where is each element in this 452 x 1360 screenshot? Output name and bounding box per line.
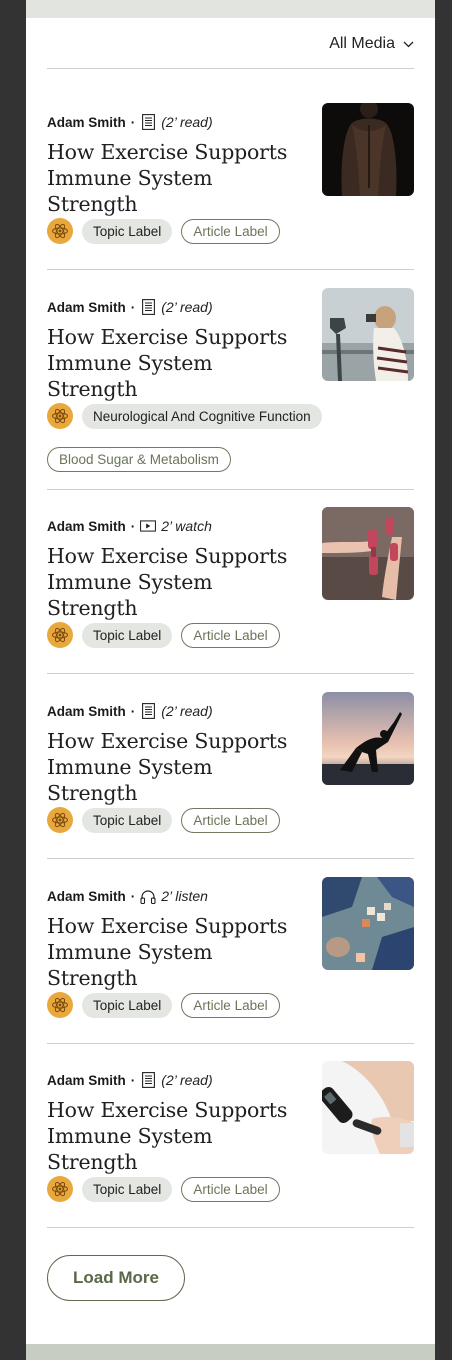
letter-blocks-photo [322,877,414,970]
document-icon [140,703,156,719]
duration: 2’ listen [161,888,208,904]
article-thumbnail[interactable] [322,692,414,785]
yoga-silhouette-photo [322,692,414,785]
document-icon [140,114,156,130]
media-filter-label: All Media [329,35,395,52]
article-meta: Adam Smith · (2’ read) [47,113,213,131]
author-name: Adam Smith [47,114,126,130]
article-meta: Adam Smith · 2’ watch [47,517,212,535]
duration: (2’ read) [161,703,213,719]
meta-separator: · [130,518,136,534]
atom-icon [47,1176,73,1202]
duration: (2’ read) [161,1072,213,1088]
article-meta: Adam Smith · (2’ read) [47,1071,213,1089]
top-band [26,0,435,18]
atom-icon [47,807,73,833]
tag-row: Topic Label Article Label [47,1176,414,1202]
meta-separator: · [130,888,136,904]
duration: (2’ read) [161,114,213,130]
topic-chip[interactable]: Topic Label [82,807,173,833]
article-meta: Adam Smith · (2’ read) [47,298,213,316]
article-thumbnail[interactable] [322,103,414,196]
document-icon [140,1072,156,1088]
divider [47,269,414,270]
video-icon [140,518,157,534]
content-panel: All Media Adam Smith · (2’ read) How Exe… [26,0,435,1360]
article-chip[interactable]: Article Label [181,218,280,244]
article-thumbnail[interactable] [322,1061,414,1154]
meta-separator: · [130,703,136,719]
article-thumbnail[interactable] [322,877,414,970]
article-chip[interactable]: Article Label [181,807,280,833]
tag-row: Neurological And Cognitive Function Bloo… [47,403,414,472]
topic-chip[interactable]: Neurological And Cognitive Function [82,403,322,429]
article-title[interactable]: How Exercise Supports Immune System Stre… [47,324,307,402]
topic-chip[interactable]: Topic Label [82,992,173,1018]
atom-icon [47,218,73,244]
article-title[interactable]: How Exercise Supports Immune System Stre… [47,543,307,621]
author-name: Adam Smith [47,888,126,904]
author-name: Adam Smith [47,299,126,315]
headphones-icon [140,888,156,904]
divider [47,1043,414,1044]
bottom-band [26,1344,435,1360]
article-chip[interactable]: Blood Sugar & Metabolism [47,447,231,472]
divider [47,68,414,69]
article-thumbnail[interactable] [322,288,414,381]
author-name: Adam Smith [47,703,126,719]
author-name: Adam Smith [47,518,126,534]
meta-separator: · [130,1072,136,1088]
tag-row: Topic Label Article Label [47,992,414,1018]
article-title[interactable]: How Exercise Supports Immune System Stre… [47,139,307,217]
article-title[interactable]: How Exercise Supports Immune System Stre… [47,1097,307,1175]
topic-chip[interactable]: Topic Label [82,622,173,648]
media-filter-dropdown[interactable]: All Media [329,34,414,54]
article-meta: Adam Smith · 2’ listen [47,887,208,905]
article-title[interactable]: How Exercise Supports Immune System Stre… [47,728,307,806]
topic-chip[interactable]: Topic Label [82,1176,173,1202]
divider [47,858,414,859]
atom-icon [47,992,73,1018]
woman-binoculars-photo [322,288,414,381]
duration: 2’ watch [161,518,212,534]
article-chip[interactable]: Article Label [181,1176,280,1202]
tag-row: Topic Label Article Label [47,807,414,833]
meta-separator: · [130,114,136,130]
article-chip[interactable]: Article Label [181,992,280,1018]
meta-separator: · [130,299,136,315]
shirtless-man-back-photo [322,103,414,196]
tag-row: Topic Label Article Label [47,622,414,648]
dumbbells-photo [322,507,414,600]
document-icon [140,299,156,315]
duration: (2’ read) [161,299,213,315]
article-chip[interactable]: Article Label [181,622,280,648]
article-meta: Adam Smith · (2’ read) [47,702,213,720]
load-more-button[interactable]: Load More [47,1255,185,1301]
divider [47,673,414,674]
article-thumbnail[interactable] [322,507,414,600]
glucose-meter-photo [322,1061,414,1154]
divider [47,489,414,490]
divider [47,1227,414,1228]
atom-icon [47,403,73,429]
topic-chip[interactable]: Topic Label [82,218,173,244]
atom-icon [47,622,73,648]
article-title[interactable]: How Exercise Supports Immune System Stre… [47,913,307,991]
tag-row: Topic Label Article Label [47,218,414,244]
author-name: Adam Smith [47,1072,126,1088]
chevron-down-icon [403,41,414,47]
